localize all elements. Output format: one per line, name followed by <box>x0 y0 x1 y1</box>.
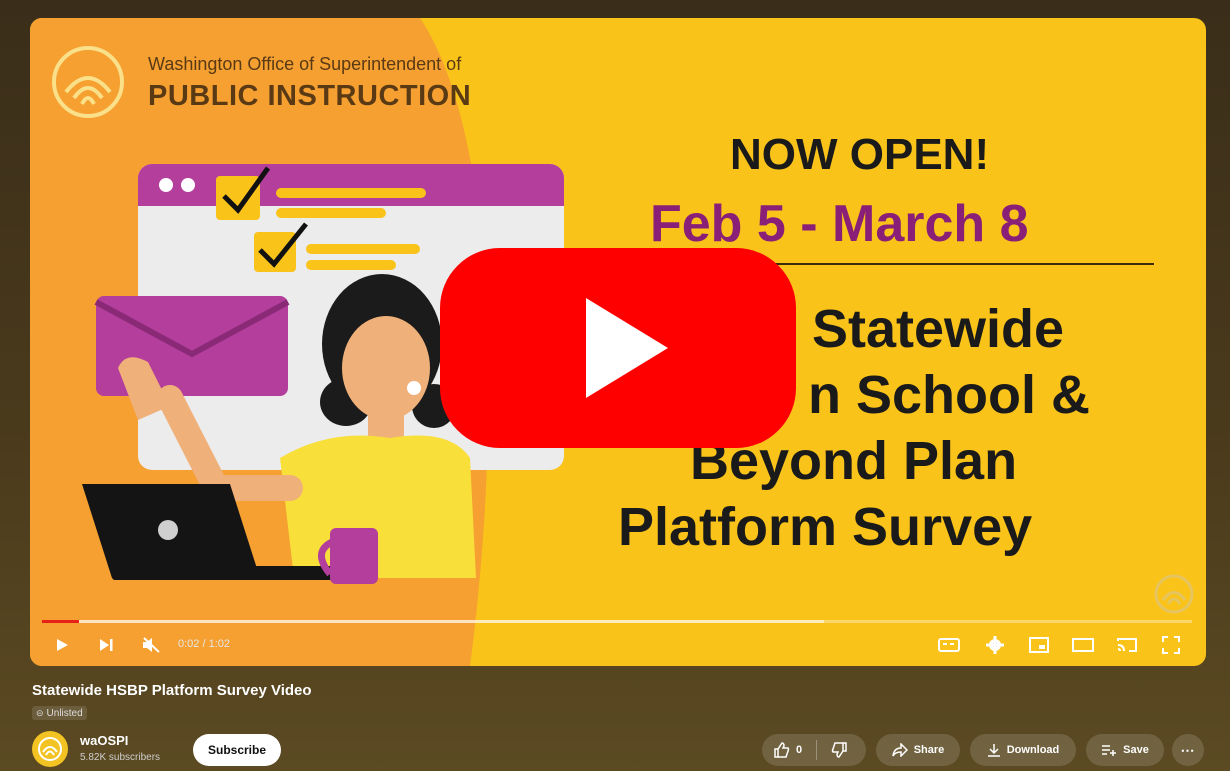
link-icon: ⊝ <box>36 707 44 718</box>
next-icon <box>100 639 113 651</box>
more-icon: ⋯ <box>1180 741 1196 758</box>
org-name-line1: Washington Office of Superintendent of <box>148 54 462 74</box>
muted-volume-icon <box>143 637 160 653</box>
subscribe-button[interactable]: Subscribe <box>193 734 281 766</box>
next-button[interactable] <box>94 632 118 658</box>
gear-icon <box>986 636 1004 654</box>
thumbs-down-icon <box>831 742 847 758</box>
ospi-logo-icon <box>38 737 62 761</box>
play-control[interactable] <box>50 632 74 658</box>
captions-icon <box>938 638 960 652</box>
org-name-line2: PUBLIC INSTRUCTION <box>148 80 472 112</box>
add-to-playlist-icon <box>1102 745 1117 756</box>
save-label: Save <box>1123 744 1149 756</box>
progress-bar[interactable] <box>42 620 1192 623</box>
save-button[interactable]: Save <box>1086 734 1164 766</box>
survey-line-1: Statewide <box>812 299 1065 359</box>
channel-name[interactable]: waOSPI <box>80 733 128 748</box>
headline: NOW OPEN! <box>730 130 990 179</box>
fullscreen-button[interactable] <box>1158 632 1184 658</box>
captions-button[interactable] <box>936 632 962 658</box>
share-button[interactable]: Share <box>876 734 960 766</box>
cast-button[interactable] <box>1114 632 1140 658</box>
divider <box>816 740 818 760</box>
played-bar <box>42 620 79 623</box>
theater-mode-button[interactable] <box>1070 632 1096 658</box>
buffered-bar <box>42 620 824 623</box>
like-button[interactable]: 0 <box>774 742 802 758</box>
play-icon <box>57 639 68 651</box>
visibility-label: Unlisted <box>46 707 83 719</box>
theater-icon <box>1072 638 1094 652</box>
subscriber-count: 5.82K subscribers <box>80 752 161 763</box>
mute-button[interactable] <box>138 632 164 658</box>
like-dislike-group: 0 <box>762 734 866 766</box>
date-range: Feb 5 - March 8 <box>650 195 1029 253</box>
share-icon <box>891 743 908 757</box>
share-label: Share <box>913 744 945 756</box>
time-display: 0:02 / 1:02 <box>178 638 230 650</box>
settings-button[interactable] <box>982 632 1008 658</box>
video-title: Statewide HSBP Platform Survey Video <box>32 682 312 699</box>
dislike-button[interactable] <box>831 742 847 758</box>
channel-avatar[interactable] <box>32 731 68 767</box>
fullscreen-icon <box>1162 636 1180 654</box>
survey-line-2: n School & <box>808 365 1090 425</box>
download-icon <box>987 744 1000 757</box>
cast-icon <box>1117 638 1137 652</box>
thumbs-up-icon <box>774 742 790 758</box>
miniplayer-icon <box>1029 637 1049 653</box>
survey-line-4: Platform Survey <box>618 497 1033 557</box>
play-icon <box>586 298 668 398</box>
miniplayer-button[interactable] <box>1026 632 1052 658</box>
more-actions-button[interactable]: ⋯ <box>1172 734 1204 766</box>
download-label: Download <box>1006 744 1060 756</box>
like-count: 0 <box>796 744 803 756</box>
video-player[interactable]: Washington Office of Superintendent of P… <box>30 18 1206 666</box>
visibility-badge: ⊝ Unlisted <box>32 706 87 720</box>
download-button[interactable]: Download <box>970 734 1076 766</box>
large-play-button[interactable] <box>440 248 796 448</box>
